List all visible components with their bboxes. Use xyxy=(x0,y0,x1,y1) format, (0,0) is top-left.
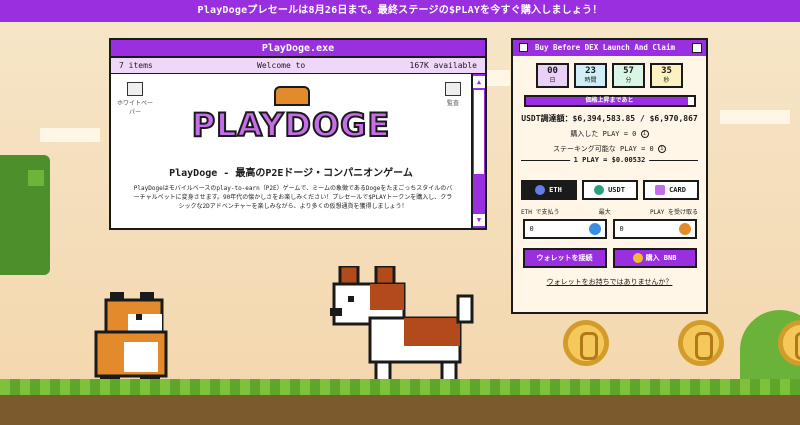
info-icon[interactable]: i xyxy=(657,145,666,153)
whitepaper-shortcut[interactable]: ホワイトペーパー xyxy=(115,82,155,116)
presale-widget: Buy Before DEX Launch And Claim 00 日 23 … xyxy=(511,38,708,314)
bush-leaf xyxy=(28,170,44,186)
timer-minutes: 57 分 xyxy=(612,63,645,88)
welcome-text: Welcome to xyxy=(257,61,306,70)
info-icon[interactable]: i xyxy=(640,130,649,138)
pay-amount-input[interactable]: 0 xyxy=(522,219,607,239)
shiba-dog-sprite xyxy=(94,292,168,384)
progress-label: 価格上昇まであと xyxy=(585,97,634,104)
ground xyxy=(0,395,800,425)
document-icon xyxy=(445,82,461,96)
doge-icon xyxy=(678,223,691,235)
window-body: ホワイトペーパー 監査 PLAYDOGE PlayDoge - 最高のP2Eドー… xyxy=(111,74,485,228)
no-wallet-link[interactable]: ウォレットをお持ちではありませんか？ xyxy=(513,277,706,287)
doge-logo-icon xyxy=(274,86,310,106)
max-button[interactable]: 最大 xyxy=(599,207,611,216)
connect-wallet-button[interactable]: ウォレットを接続 xyxy=(522,248,607,268)
timer-hours: 23 時間 xyxy=(574,63,607,88)
coin-icon xyxy=(678,320,724,366)
items-count: 7 items xyxy=(119,61,153,70)
presale-banner[interactable]: PlayDogeプレセールは8月26日まで。最終ステージの$PLAYを今すぐ購入… xyxy=(0,0,800,22)
checkbox-icon xyxy=(519,43,528,52)
purchased-text: 購入した PLAY = 0 xyxy=(570,130,637,138)
coin-icon xyxy=(563,320,609,366)
amount-inputs: 0 0 xyxy=(513,219,706,239)
window-heading: PlayDoge - 最高のP2Eドージ・コンパニオンゲーム xyxy=(169,168,413,179)
field-labels: ETH で支払う 最大 PLAY を受け取る xyxy=(513,207,706,216)
stakeable-row: ステーキング可能な PLAY = 0 i xyxy=(513,144,706,154)
scroll-thumb[interactable] xyxy=(474,90,484,174)
scroll-down-icon[interactable]: ▼ xyxy=(473,214,485,226)
countdown-timer: 00 日 23 時間 57 分 35 秒 xyxy=(513,63,706,88)
timer-days: 00 日 xyxy=(536,63,569,88)
whitepaper-label: ホワイトペーパー xyxy=(116,100,153,116)
tab-card[interactable]: CARD xyxy=(642,180,699,200)
token-rate: 1 PLAY = $0.00532 xyxy=(569,156,650,164)
presale-progress-bar: 価格上昇まであと xyxy=(523,95,696,107)
stakeable-text: ステーキング可能な PLAY = 0 xyxy=(553,145,654,153)
window-title: PlayDoge.exe xyxy=(111,40,485,58)
bnb-icon xyxy=(632,253,643,263)
window-status-bar: 7 items Welcome to 167K available xyxy=(111,58,485,74)
available-count: 167K available xyxy=(409,61,477,70)
timer-seconds: 35 秒 xyxy=(650,63,683,88)
window-scrollbar[interactable]: ▲ ▼ xyxy=(471,74,485,228)
cloud xyxy=(720,110,790,124)
tab-eth[interactable]: ETH xyxy=(520,180,577,200)
audit-shortcut[interactable]: 監査 xyxy=(433,82,473,107)
audit-label: 監査 xyxy=(446,100,459,107)
eth-icon xyxy=(588,223,601,235)
pay-label: ETH で支払う xyxy=(521,209,560,216)
widget-title: Buy Before DEX Launch And Claim xyxy=(513,40,706,56)
raised-amount: USDT調達額：$6,394,583.85 / $6,970,867 xyxy=(521,114,698,123)
buy-bnb-button[interactable]: 購入 BNB xyxy=(612,248,697,268)
card-icon xyxy=(655,185,666,195)
corgi-dog-sprite xyxy=(330,266,474,384)
rate-divider: 1 PLAY = $0.00532 xyxy=(521,156,698,170)
usdt-icon xyxy=(594,185,605,195)
receive-label: PLAY を受け取る xyxy=(649,209,698,216)
action-buttons: ウォレットを接続 購入 BNB xyxy=(513,248,706,268)
printer-icon xyxy=(127,82,143,96)
receive-amount-input[interactable]: 0 xyxy=(612,219,697,239)
tab-usdt[interactable]: USDT xyxy=(581,180,638,200)
eth-icon xyxy=(535,185,546,195)
playdoge-window: PlayDoge.exe 7 items Welcome to 167K ava… xyxy=(109,38,487,230)
payment-tabs: ETH USDT CARD xyxy=(513,180,706,200)
window-square-icon xyxy=(692,43,702,53)
window-description: PlayDogeはモバイルベースのplay-to-earn（P2E）ゲームで、ミ… xyxy=(133,185,453,210)
cloud xyxy=(40,128,100,142)
purchased-row: 購入した PLAY = 0 i xyxy=(513,129,706,139)
playdoge-logo: PLAYDOGE xyxy=(191,105,391,145)
widget-title-text: Buy Before DEX Launch And Claim xyxy=(535,43,675,52)
scroll-up-icon[interactable]: ▲ xyxy=(473,76,485,88)
